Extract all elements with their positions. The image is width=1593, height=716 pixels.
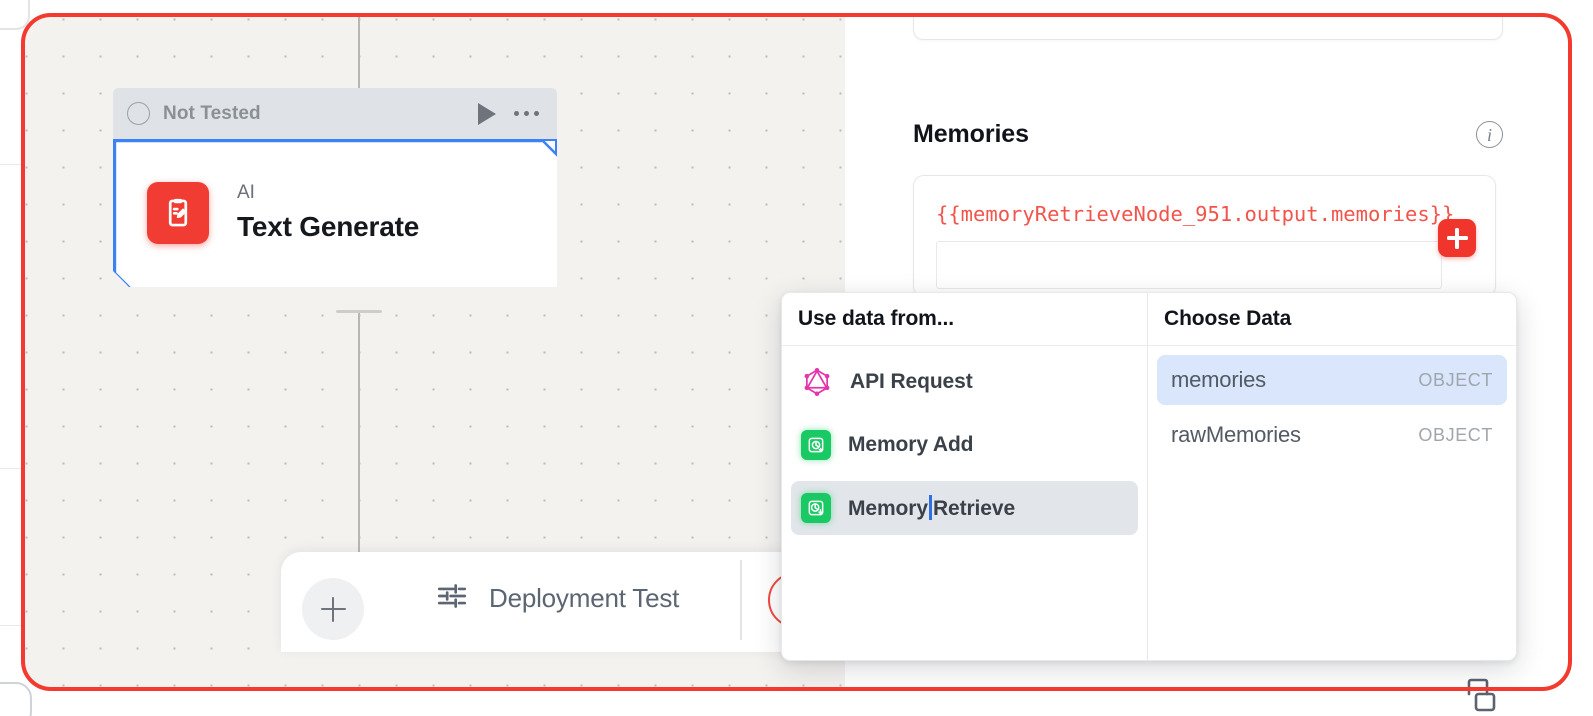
node-text: AI Text Generate xyxy=(237,183,419,243)
source-item-api-request[interactable]: API Request xyxy=(791,355,1138,409)
text-cursor xyxy=(929,495,932,520)
node-body[interactable]: AI Text Generate xyxy=(113,139,557,287)
choose-data-column: Choose Data memories OBJECT rawMemories … xyxy=(1148,293,1516,660)
play-icon[interactable] xyxy=(478,103,496,125)
data-item-type: OBJECT xyxy=(1418,425,1493,446)
data-item-name: memories xyxy=(1171,367,1266,393)
sliders-icon xyxy=(435,579,469,618)
choose-data-header: Choose Data xyxy=(1148,293,1516,346)
graphql-icon xyxy=(801,366,833,398)
node-title: Text Generate xyxy=(237,211,419,243)
source-item-label-post: Retrieve xyxy=(933,497,1015,520)
data-source-header: Use data from... xyxy=(782,293,1147,346)
circle-outline-icon xyxy=(127,102,150,125)
memory-retrieve-icon xyxy=(801,493,831,523)
previous-field-stub[interactable] xyxy=(913,17,1503,40)
window-corner-bottom xyxy=(0,682,32,716)
source-item-label: Memory Add xyxy=(848,433,973,457)
memories-field-header: Memories i xyxy=(913,120,1503,149)
toolbar-divider xyxy=(740,560,742,640)
field-label: Memories xyxy=(913,120,1029,149)
data-item-name: rawMemories xyxy=(1171,422,1301,448)
app-root: Not Tested xyxy=(0,0,1593,716)
clipboard-edit-icon xyxy=(147,182,209,244)
info-icon[interactable]: i xyxy=(1476,121,1503,148)
node-kicker: AI xyxy=(237,183,419,204)
node-icon-wrap xyxy=(147,182,209,244)
source-item-memory-add[interactable]: Memory Add xyxy=(791,418,1138,472)
data-source-list: API Request Memory Add xyxy=(782,346,1147,660)
memories-input-box[interactable]: {{memoryRetrieveNode_951.output.memories… xyxy=(913,175,1496,297)
more-options-icon[interactable] xyxy=(514,111,539,116)
source-item-memory-retrieve[interactable]: MemoryRetrieve xyxy=(791,481,1138,535)
window-corner-top xyxy=(0,0,30,30)
workflow-node-text-generate[interactable]: Not Tested xyxy=(113,88,557,287)
memory-add-icon xyxy=(801,430,831,460)
duplicate-icon[interactable] xyxy=(1458,672,1504,712)
data-item-memories[interactable]: memories OBJECT xyxy=(1157,355,1507,405)
edge-connector-bottom xyxy=(358,313,360,578)
data-item-type: OBJECT xyxy=(1418,370,1493,391)
deployment-test-button[interactable]: Deployment Test xyxy=(435,567,679,629)
deployment-test-label: Deployment Test xyxy=(489,583,679,614)
source-item-label: MemoryRetrieve xyxy=(848,495,1015,521)
data-source-column: Use data from... xyxy=(782,293,1148,660)
source-item-label-pre: Memory xyxy=(848,497,928,520)
edge-connector-top xyxy=(358,17,360,95)
memories-value[interactable]: {{memoryRetrieveNode_951.output.memories… xyxy=(936,198,1475,231)
source-item-label: API Request xyxy=(850,370,973,394)
data-picker-popover[interactable]: Use data from... xyxy=(781,292,1517,661)
choose-data-list: memories OBJECT rawMemories OBJECT xyxy=(1148,346,1516,660)
node-status-label: Not Tested xyxy=(163,103,261,125)
add-node-button[interactable] xyxy=(302,578,364,640)
add-variable-button[interactable] xyxy=(1438,219,1476,257)
data-item-rawmemories[interactable]: rawMemories OBJECT xyxy=(1157,410,1507,460)
node-header[interactable]: Not Tested xyxy=(113,88,557,139)
memories-inner-input[interactable] xyxy=(936,241,1442,289)
